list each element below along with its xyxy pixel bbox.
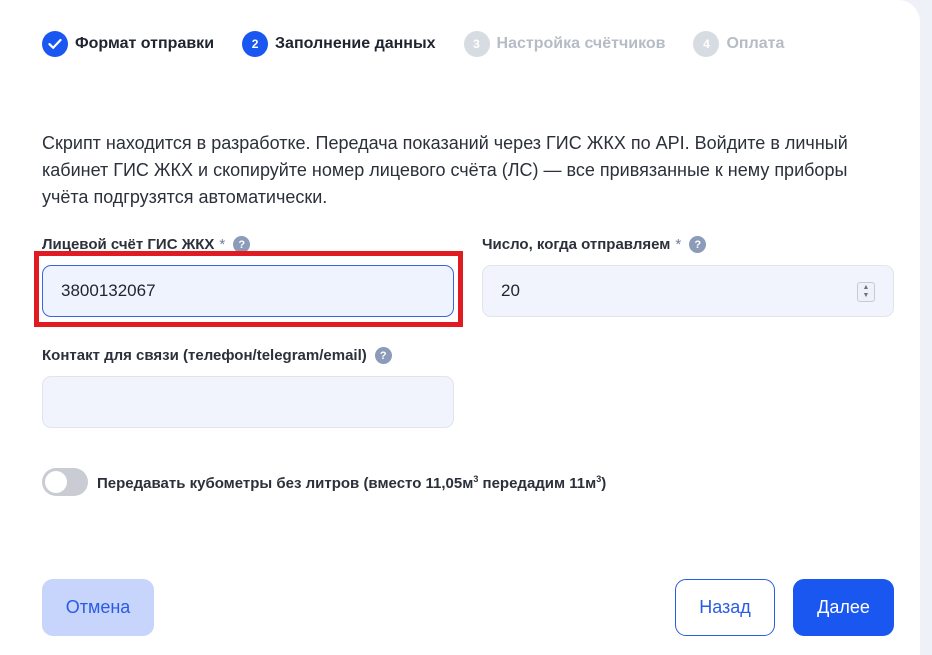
spin-up-icon[interactable]: ▲ <box>863 284 870 292</box>
next-button[interactable]: Далее <box>793 579 894 636</box>
toggle-label-prefix: Передавать кубометры без литров (вместо … <box>97 475 474 492</box>
contact-input[interactable] <box>42 376 454 428</box>
step-number: 3 <box>463 31 490 57</box>
wizard-card: Формат отправки 2 Заполнение данных 3 На… <box>0 0 920 655</box>
send-day-input[interactable]: 20 ▲ ▼ <box>482 265 894 317</box>
send-day-label: Число, когда отправляем * ? <box>482 236 707 253</box>
send-day-label-text: Число, когда отправляем <box>482 236 671 253</box>
number-spinner[interactable]: ▲ ▼ <box>857 282 875 302</box>
stepper: Формат отправки 2 Заполнение данных 3 На… <box>42 31 812 57</box>
contact-label-text: Контакт для связи (телефон/telegram/emai… <box>42 347 367 364</box>
toggle-label-middle: передадим 11м <box>478 475 597 492</box>
step-meter-settings[interactable]: 3 Настройка счётчиков <box>463 31 666 57</box>
step-label: Формат отправки <box>75 35 215 52</box>
toggle-label-suffix: ) <box>601 475 607 492</box>
contact-label: Контакт для связи (телефон/telegram/emai… <box>42 347 392 364</box>
step-label: Настройка счётчиков <box>496 35 666 52</box>
step-data-entry[interactable]: 2 Заполнение данных <box>242 31 436 57</box>
help-icon[interactable]: ? <box>689 236 707 253</box>
step-label: Оплата <box>726 35 785 52</box>
send-day-input-value: 20 <box>501 281 520 300</box>
step-format[interactable]: Формат отправки <box>42 31 214 57</box>
toggle-label: Передавать кубометры без литров (вместо … <box>97 474 606 492</box>
account-input[interactable]: 3800132067 <box>42 265 454 317</box>
required-mark: * <box>675 236 682 253</box>
description-text: Скрипт находится в разработке. Передача … <box>42 133 848 207</box>
liters-toggle[interactable] <box>42 468 88 496</box>
step-payment[interactable]: 4 Оплата <box>693 31 784 57</box>
back-button[interactable]: Назад <box>675 579 775 636</box>
step-number: 4 <box>693 31 720 57</box>
help-icon[interactable]: ? <box>374 347 392 364</box>
check-icon <box>42 31 68 57</box>
step-number: 2 <box>242 31 269 57</box>
toggle-knob <box>45 471 67 493</box>
cancel-button[interactable]: Отмена <box>42 579 154 636</box>
step-label: Заполнение данных <box>275 35 436 52</box>
spin-down-icon[interactable]: ▼ <box>863 292 870 300</box>
account-input-value: 3800132067 <box>61 281 156 300</box>
